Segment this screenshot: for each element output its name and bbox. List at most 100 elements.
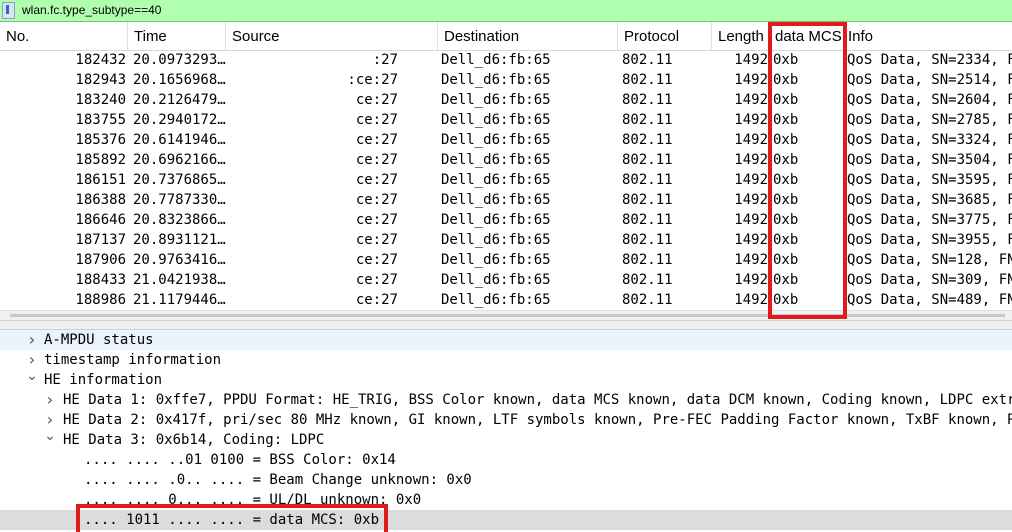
cell-protocol: 802.11 <box>622 72 673 88</box>
tree-item[interactable]: › HE Data 2: 0x417f, pri/sec 80 MHz known… <box>0 410 1012 430</box>
cell-destination: Dell_d6:fb:65 <box>441 52 551 68</box>
display-filter-bar[interactable]: wlan.fc.type_subtype==40 <box>0 0 1012 22</box>
column-header-time[interactable]: Time <box>128 22 226 50</box>
cell-time: 21.1179446… <box>133 292 226 308</box>
packet-row[interactable]: 183240 20.2126479… ce:27 Dell_d6:fb:65 802.1… <box>0 90 1012 110</box>
cell-no: 183755 <box>75 112 126 128</box>
cell-no: 186388 <box>75 192 126 208</box>
column-header-info[interactable]: Info <box>844 22 1012 50</box>
cell-destination: Dell_d6:fb:65 <box>441 292 551 308</box>
packet-list-header: No. Time Source Destination Protocol Len… <box>0 22 1012 51</box>
column-header-destination[interactable]: Destination <box>438 22 618 50</box>
tree-item[interactable]: › HE Data 1: 0xffe7, PPDU Format: HE_TRIG… <box>0 390 1012 410</box>
cell-info: QoS Data, SN=3595, FN <box>847 172 1012 188</box>
column-header-length[interactable]: Length <box>712 22 770 50</box>
packet-row[interactable]: 186646 20.8323866… ce:27 Dell_d6:fb:65 802.1… <box>0 210 1012 230</box>
tree-item-label: .... .... .0.. .... = Beam Change unknow… <box>84 472 472 488</box>
cell-length: 1492 <box>734 112 768 128</box>
cell-time: 20.6141946… <box>133 132 226 148</box>
cell-info: QoS Data, SN=2785, FN <box>847 112 1012 128</box>
cell-time: 20.7787330… <box>133 192 226 208</box>
cell-protocol: 802.11 <box>622 132 673 148</box>
cell-no: 185892 <box>75 152 126 168</box>
packet-row[interactable]: 182432 20.0973293…:27 Dell_d6:fb:65 802.11 1… <box>0 50 1012 70</box>
packet-row[interactable]: 186151 20.7376865… ce:27 Dell_d6:fb:65 802.1… <box>0 170 1012 190</box>
cell-no: 188433 <box>75 272 126 288</box>
column-header-source[interactable]: Source <box>226 22 438 50</box>
tree-item-label: .... .... 0... .... = UL/DL unknown: 0x0 <box>84 492 422 508</box>
cell-no: 188986 <box>75 292 126 308</box>
expand-arrow-open-icon[interactable]: ⌄ <box>26 369 38 390</box>
expand-arrow-closed-icon[interactable]: › <box>26 350 38 370</box>
cell-data-mcs: 0xb <box>773 272 799 288</box>
packet-row[interactable]: 188986 21.1179446… ce:27 Dell_d6:fb:65 802.1… <box>0 290 1012 310</box>
cell-info: QoS Data, SN=309, FN= <box>847 272 1012 288</box>
bookmark-icon[interactable] <box>2 2 15 19</box>
cell-info: QoS Data, SN=128, FN= <box>847 252 1012 268</box>
cell-length: 1492 <box>734 232 768 248</box>
cell-time: 20.2940172… <box>133 112 226 128</box>
cell-info: QoS Data, SN=2514, FN <box>847 72 1012 88</box>
cell-protocol: 802.11 <box>622 212 673 228</box>
cell-info: QoS Data, SN=3504, FN <box>847 152 1012 168</box>
tree-item[interactable]: .... .... 0... .... = UL/DL unknown: 0x0 <box>0 490 1012 510</box>
expand-arrow-open-icon[interactable]: ⌄ <box>44 429 56 450</box>
cell-source: ce:27 <box>355 192 398 208</box>
tree-item[interactable]: ⌄ HE Data 3: 0x6b14, Coding: LDPC <box>0 429 1012 450</box>
column-header-no[interactable]: No. <box>0 22 128 50</box>
packet-row[interactable]: 185892 20.6962166… ce:27 Dell_d6:fb:65 802.1… <box>0 150 1012 170</box>
tree-item[interactable]: .... .... ..01 0100 = BSS Color: 0x14 <box>0 450 1012 470</box>
packet-row[interactable]: 185376 20.6141946… ce:27 Dell_d6:fb:65 802.1… <box>0 130 1012 150</box>
tree-item[interactable]: .... .... .0.. .... = Beam Change unknow… <box>0 470 1012 490</box>
column-header-protocol[interactable]: Protocol <box>618 22 712 50</box>
cell-source: ce:27 <box>355 272 398 288</box>
cell-source: :27 <box>372 52 398 68</box>
cell-source: ce:27 <box>355 92 398 108</box>
expand-arrow-closed-icon[interactable]: › <box>44 390 56 410</box>
cell-destination: Dell_d6:fb:65 <box>441 232 551 248</box>
cell-info: QoS Data, SN=3775, FN <box>847 212 1012 228</box>
cell-protocol: 802.11 <box>622 152 673 168</box>
cell-time: 20.0973293… <box>133 52 226 68</box>
expand-arrow-closed-icon[interactable]: › <box>26 330 38 350</box>
cell-data-mcs: 0xb <box>773 72 799 88</box>
cell-time: 20.9763416… <box>133 252 226 268</box>
packet-row[interactable]: 186388 20.7787330… ce:27 Dell_d6:fb:65 802.1… <box>0 190 1012 210</box>
cell-protocol: 802.11 <box>622 232 673 248</box>
scrollbar-thumb[interactable] <box>10 314 1005 317</box>
cell-source: ce:27 <box>355 232 398 248</box>
cell-destination: Dell_d6:fb:65 <box>441 72 551 88</box>
expand-arrow-closed-icon[interactable]: › <box>44 410 56 430</box>
column-header-data-mcs[interactable]: data MCS <box>770 22 844 50</box>
cell-destination: Dell_d6:fb:65 <box>441 192 551 208</box>
packet-row[interactable]: 188433 21.0421938… ce:27 Dell_d6:fb:65 802.1… <box>0 270 1012 290</box>
cell-no: 183240 <box>75 92 126 108</box>
cell-protocol: 802.11 <box>622 92 673 108</box>
cell-data-mcs: 0xb <box>773 112 799 128</box>
packet-row[interactable]: 182943 20.1656968…:ce:27 Dell_d6:fb:65 802.… <box>0 70 1012 90</box>
cell-destination: Dell_d6:fb:65 <box>441 212 551 228</box>
cell-source: ce:27 <box>355 132 398 148</box>
tree-item-label: HE information <box>44 372 163 388</box>
tree-item-label: timestamp information <box>44 352 222 368</box>
cell-source: ce:27 <box>355 212 398 228</box>
cell-info: QoS Data, SN=2604, FN <box>847 92 1012 108</box>
pane-splitter[interactable] <box>0 320 1012 330</box>
horizontal-scrollbar[interactable] <box>0 310 1012 320</box>
cell-protocol: 802.11 <box>622 52 673 68</box>
tree-item[interactable]: ⌄ HE information <box>0 369 1012 390</box>
cell-destination: Dell_d6:fb:65 <box>441 92 551 108</box>
tree-item[interactable]: › timestamp information <box>0 350 1012 370</box>
display-filter-input[interactable]: wlan.fc.type_subtype==40 <box>22 3 161 17</box>
packet-details-tree[interactable]: › A-MPDU status › timestamp information ⌄ HE … <box>0 330 1012 532</box>
tree-item[interactable]: .... 1011 .... .... = data MCS: 0xb <box>0 510 1012 530</box>
packet-row[interactable]: 187906 20.9763416… ce:27 Dell_d6:fb:65 802.1… <box>0 250 1012 270</box>
tree-item[interactable]: › A-MPDU status <box>0 330 1012 350</box>
cell-destination: Dell_d6:fb:65 <box>441 172 551 188</box>
cell-time: 20.2126479… <box>133 92 226 108</box>
packet-list[interactable]: No. Time Source Destination Protocol Len… <box>0 22 1012 320</box>
packet-row[interactable]: 187137 20.8931121… ce:27 Dell_d6:fb:65 802.1… <box>0 230 1012 250</box>
packet-row[interactable]: 183755 20.2940172… ce:27 Dell_d6:fb:65 802.1… <box>0 110 1012 130</box>
cell-no: 187137 <box>75 232 126 248</box>
cell-length: 1492 <box>734 92 768 108</box>
